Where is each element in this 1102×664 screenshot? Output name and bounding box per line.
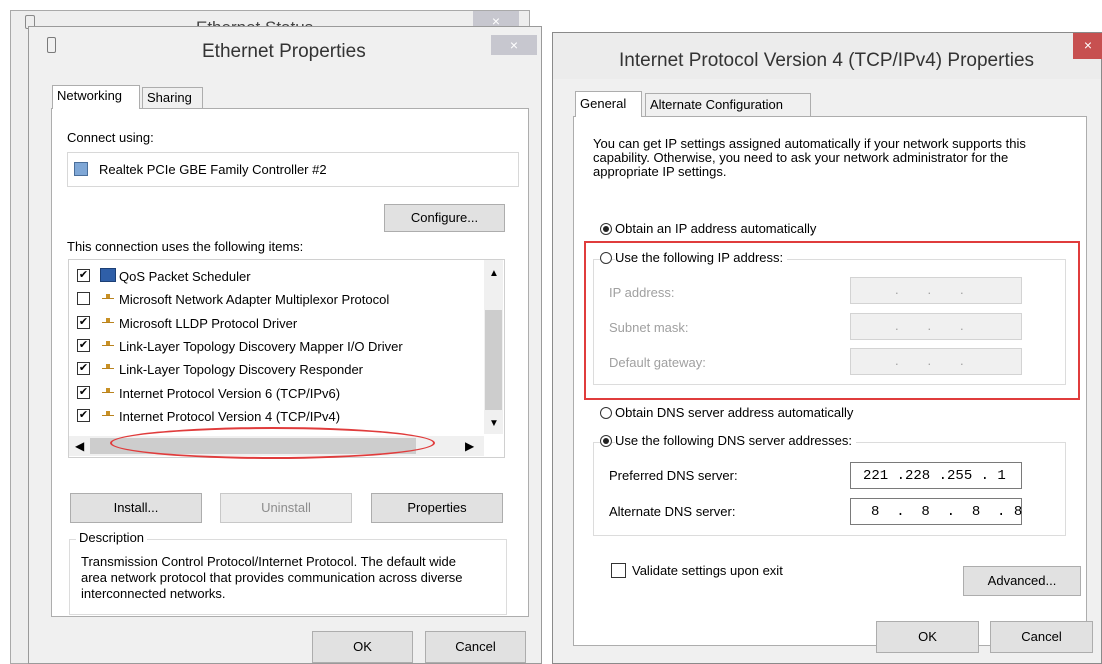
- items-label: This connection uses the following items…: [67, 239, 304, 254]
- scroll-down-icon[interactable]: ▼: [489, 418, 499, 429]
- ipv4-highlight-ellipse: [110, 427, 435, 459]
- adapter-box: Realtek PCIe GBE Family Controller #2: [67, 152, 519, 187]
- item-checkbox[interactable]: ✔: [77, 338, 90, 352]
- item-checkbox[interactable]: ✔: [77, 362, 90, 376]
- validate-label[interactable]: Validate settings upon exit: [632, 563, 783, 578]
- ipv4-cancel-button[interactable]: Cancel: [990, 621, 1093, 653]
- tab-alternate-configuration[interactable]: Alternate Configuration: [645, 93, 811, 117]
- scroll-up-icon[interactable]: ▲: [489, 268, 499, 279]
- networking-panel: Connect using: Realtek PCIe GBE Family C…: [51, 108, 529, 617]
- validate-checkbox[interactable]: [611, 563, 626, 578]
- item-label: Microsoft LLDP Protocol Driver: [119, 315, 298, 331]
- alternate-dns-field[interactable]: 8 . 8 . 8 . 8: [850, 498, 1022, 525]
- item-checkbox[interactable]: ✔: [77, 269, 90, 282]
- install-button[interactable]: Install...: [70, 493, 202, 523]
- ethernet-properties-window: Ethernet Properties × Networking Sharing…: [28, 26, 542, 664]
- network-protocol-icon: [102, 340, 114, 349]
- qos-scheduler-icon: [100, 268, 116, 282]
- advanced-button[interactable]: Advanced...: [963, 566, 1081, 596]
- uninstall-button: Uninstall: [220, 493, 352, 523]
- adapter-name: Realtek PCIe GBE Family Controller #2: [99, 162, 327, 177]
- item-label: Link-Layer Topology Discovery Mapper I/O…: [119, 338, 403, 354]
- ethernet-ok-button[interactable]: OK: [312, 631, 413, 663]
- properties-button[interactable]: Properties: [371, 493, 503, 523]
- use-following-dns-label[interactable]: Use the following DNS server addresses:: [615, 433, 856, 448]
- item-label: Microsoft Network Adapter Multiplexor Pr…: [119, 292, 390, 308]
- preferred-dns-label: Preferred DNS server:: [609, 468, 738, 483]
- scroll-thumb[interactable]: [485, 310, 502, 410]
- item-checkbox[interactable]: ✔: [77, 315, 90, 329]
- ipv4-properties-title: Internet Protocol Version 4 (TCP/IPv4) P…: [619, 50, 1035, 71]
- item-label: Link-Layer Topology Discovery Responder: [119, 362, 363, 378]
- item-label: Internet Protocol Version 4 (TCP/IPv4): [119, 408, 341, 424]
- ipv4-close-button[interactable]: ×: [1073, 33, 1102, 59]
- item-label: Internet Protocol Version 6 (TCP/IPv6): [119, 385, 341, 401]
- item-checkbox[interactable]: ✔: [77, 385, 90, 399]
- network-protocol-icon: [102, 294, 114, 302]
- item-label: QoS Packet Scheduler: [119, 269, 251, 284]
- ipv4-properties-window: Internet Protocol Version 4 (TCP/IPv4) P…: [552, 32, 1102, 664]
- connect-using-label: Connect using:: [67, 130, 154, 145]
- item-checkbox[interactable]: ✔: [77, 408, 90, 422]
- use-following-dns-radio[interactable]: [600, 435, 612, 447]
- vertical-scrollbar[interactable]: ▲ ▼: [484, 260, 503, 434]
- tab-sharing[interactable]: Sharing: [142, 87, 203, 109]
- network-icon: [47, 37, 56, 53]
- configure-button[interactable]: Configure...: [384, 204, 505, 232]
- intro-text: You can get IP settings assigned automat…: [593, 136, 1026, 179]
- ethernet-properties-close-button[interactable]: ×: [491, 35, 537, 55]
- scroll-left-icon[interactable]: ◀: [75, 439, 84, 453]
- close-icon: ×: [1083, 37, 1093, 53]
- preferred-dns-value: 221 .228 .255 . 1: [863, 468, 1006, 484]
- network-protocol-icon: [102, 387, 114, 396]
- obtain-dns-auto-radio[interactable]: [600, 407, 612, 419]
- network-protocol-icon: [102, 364, 114, 372]
- item-checkbox[interactable]: [77, 292, 90, 306]
- description-text: Transmission Control Protocol/Internet P…: [81, 554, 463, 601]
- obtain-ip-auto-label[interactable]: Obtain an IP address automatically: [615, 221, 816, 236]
- description-label: Description: [76, 530, 148, 545]
- close-icon: ×: [509, 37, 519, 53]
- static-ip-highlight-box: [584, 241, 1080, 400]
- obtain-ip-auto-radio[interactable]: [600, 223, 612, 235]
- alternate-dns-label: Alternate DNS server:: [609, 504, 736, 519]
- preferred-dns-field[interactable]: 221 .228 .255 . 1: [850, 462, 1022, 489]
- network-adapter-icon: [74, 162, 88, 176]
- network-protocol-icon: [102, 410, 114, 419]
- general-panel: You can get IP settings assigned automat…: [573, 116, 1087, 646]
- ipv4-ok-button[interactable]: OK: [876, 621, 979, 653]
- ethernet-cancel-button[interactable]: Cancel: [425, 631, 526, 663]
- network-protocol-icon: [102, 317, 114, 326]
- tab-networking[interactable]: Networking: [52, 85, 140, 109]
- obtain-dns-auto-label[interactable]: Obtain DNS server address automatically: [615, 405, 853, 420]
- ethernet-properties-title: Ethernet Properties: [202, 41, 366, 62]
- tab-general[interactable]: General: [575, 91, 642, 117]
- alternate-dns-value: 8 . 8 . 8 . 8: [871, 504, 1023, 520]
- scroll-right-icon[interactable]: ▶: [465, 439, 474, 453]
